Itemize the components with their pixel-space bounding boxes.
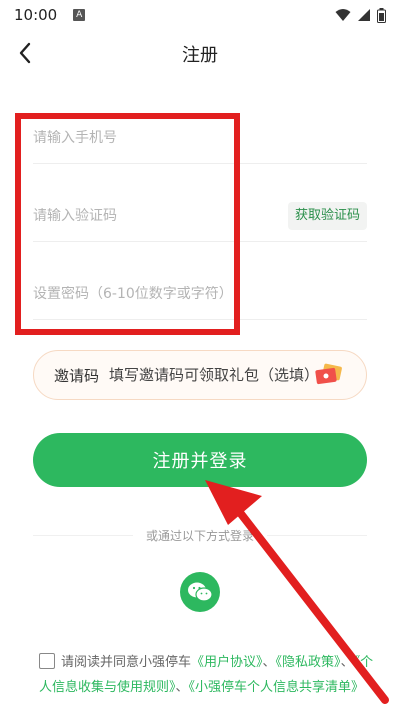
- privacy-policy-link[interactable]: 《隐私政策》: [276, 655, 341, 670]
- page-title: 注册: [182, 45, 218, 66]
- invite-code-label: 邀请码: [54, 366, 100, 385]
- wechat-icon: [188, 582, 213, 602]
- wifi-icon: [335, 9, 351, 21]
- nav-bar: 注册: [0, 30, 400, 76]
- agreement-prefix: 请阅读并同意小强停车: [61, 655, 192, 670]
- signal-icon: [358, 9, 370, 21]
- battery-icon: [377, 7, 386, 23]
- agreement-text: 请阅读并同意小强停车《用户协议》、《隐私政策》、《个人信息收集与使用规则》、《小…: [39, 650, 379, 700]
- notification-icon: A: [73, 9, 86, 21]
- status-time: 10:00: [14, 6, 58, 24]
- status-icons: [335, 7, 386, 23]
- info-sharing-list-link[interactable]: 《小强停车个人信息共享清单》: [189, 680, 365, 695]
- register-login-button[interactable]: 注册并登录: [33, 433, 367, 487]
- invite-code-input[interactable]: [109, 366, 340, 384]
- agreement-checkbox[interactable]: [39, 653, 55, 669]
- user-agreement-link[interactable]: 《用户协议》: [191, 655, 263, 670]
- get-code-button[interactable]: 获取验证码: [287, 202, 367, 230]
- agreement-separator: 、: [262, 655, 276, 670]
- invite-code-field: 邀请码: [33, 350, 367, 400]
- agreement-separator: 、: [340, 655, 354, 670]
- agreement-separator: 、: [175, 680, 189, 695]
- status-bar: 10:00 A: [0, 0, 400, 30]
- annotation-highlight-box: [15, 113, 240, 335]
- other-login-label: 或通过以下方式登录: [145, 529, 254, 543]
- coupon-icon: [315, 363, 342, 385]
- wechat-login-button[interactable]: [180, 572, 220, 612]
